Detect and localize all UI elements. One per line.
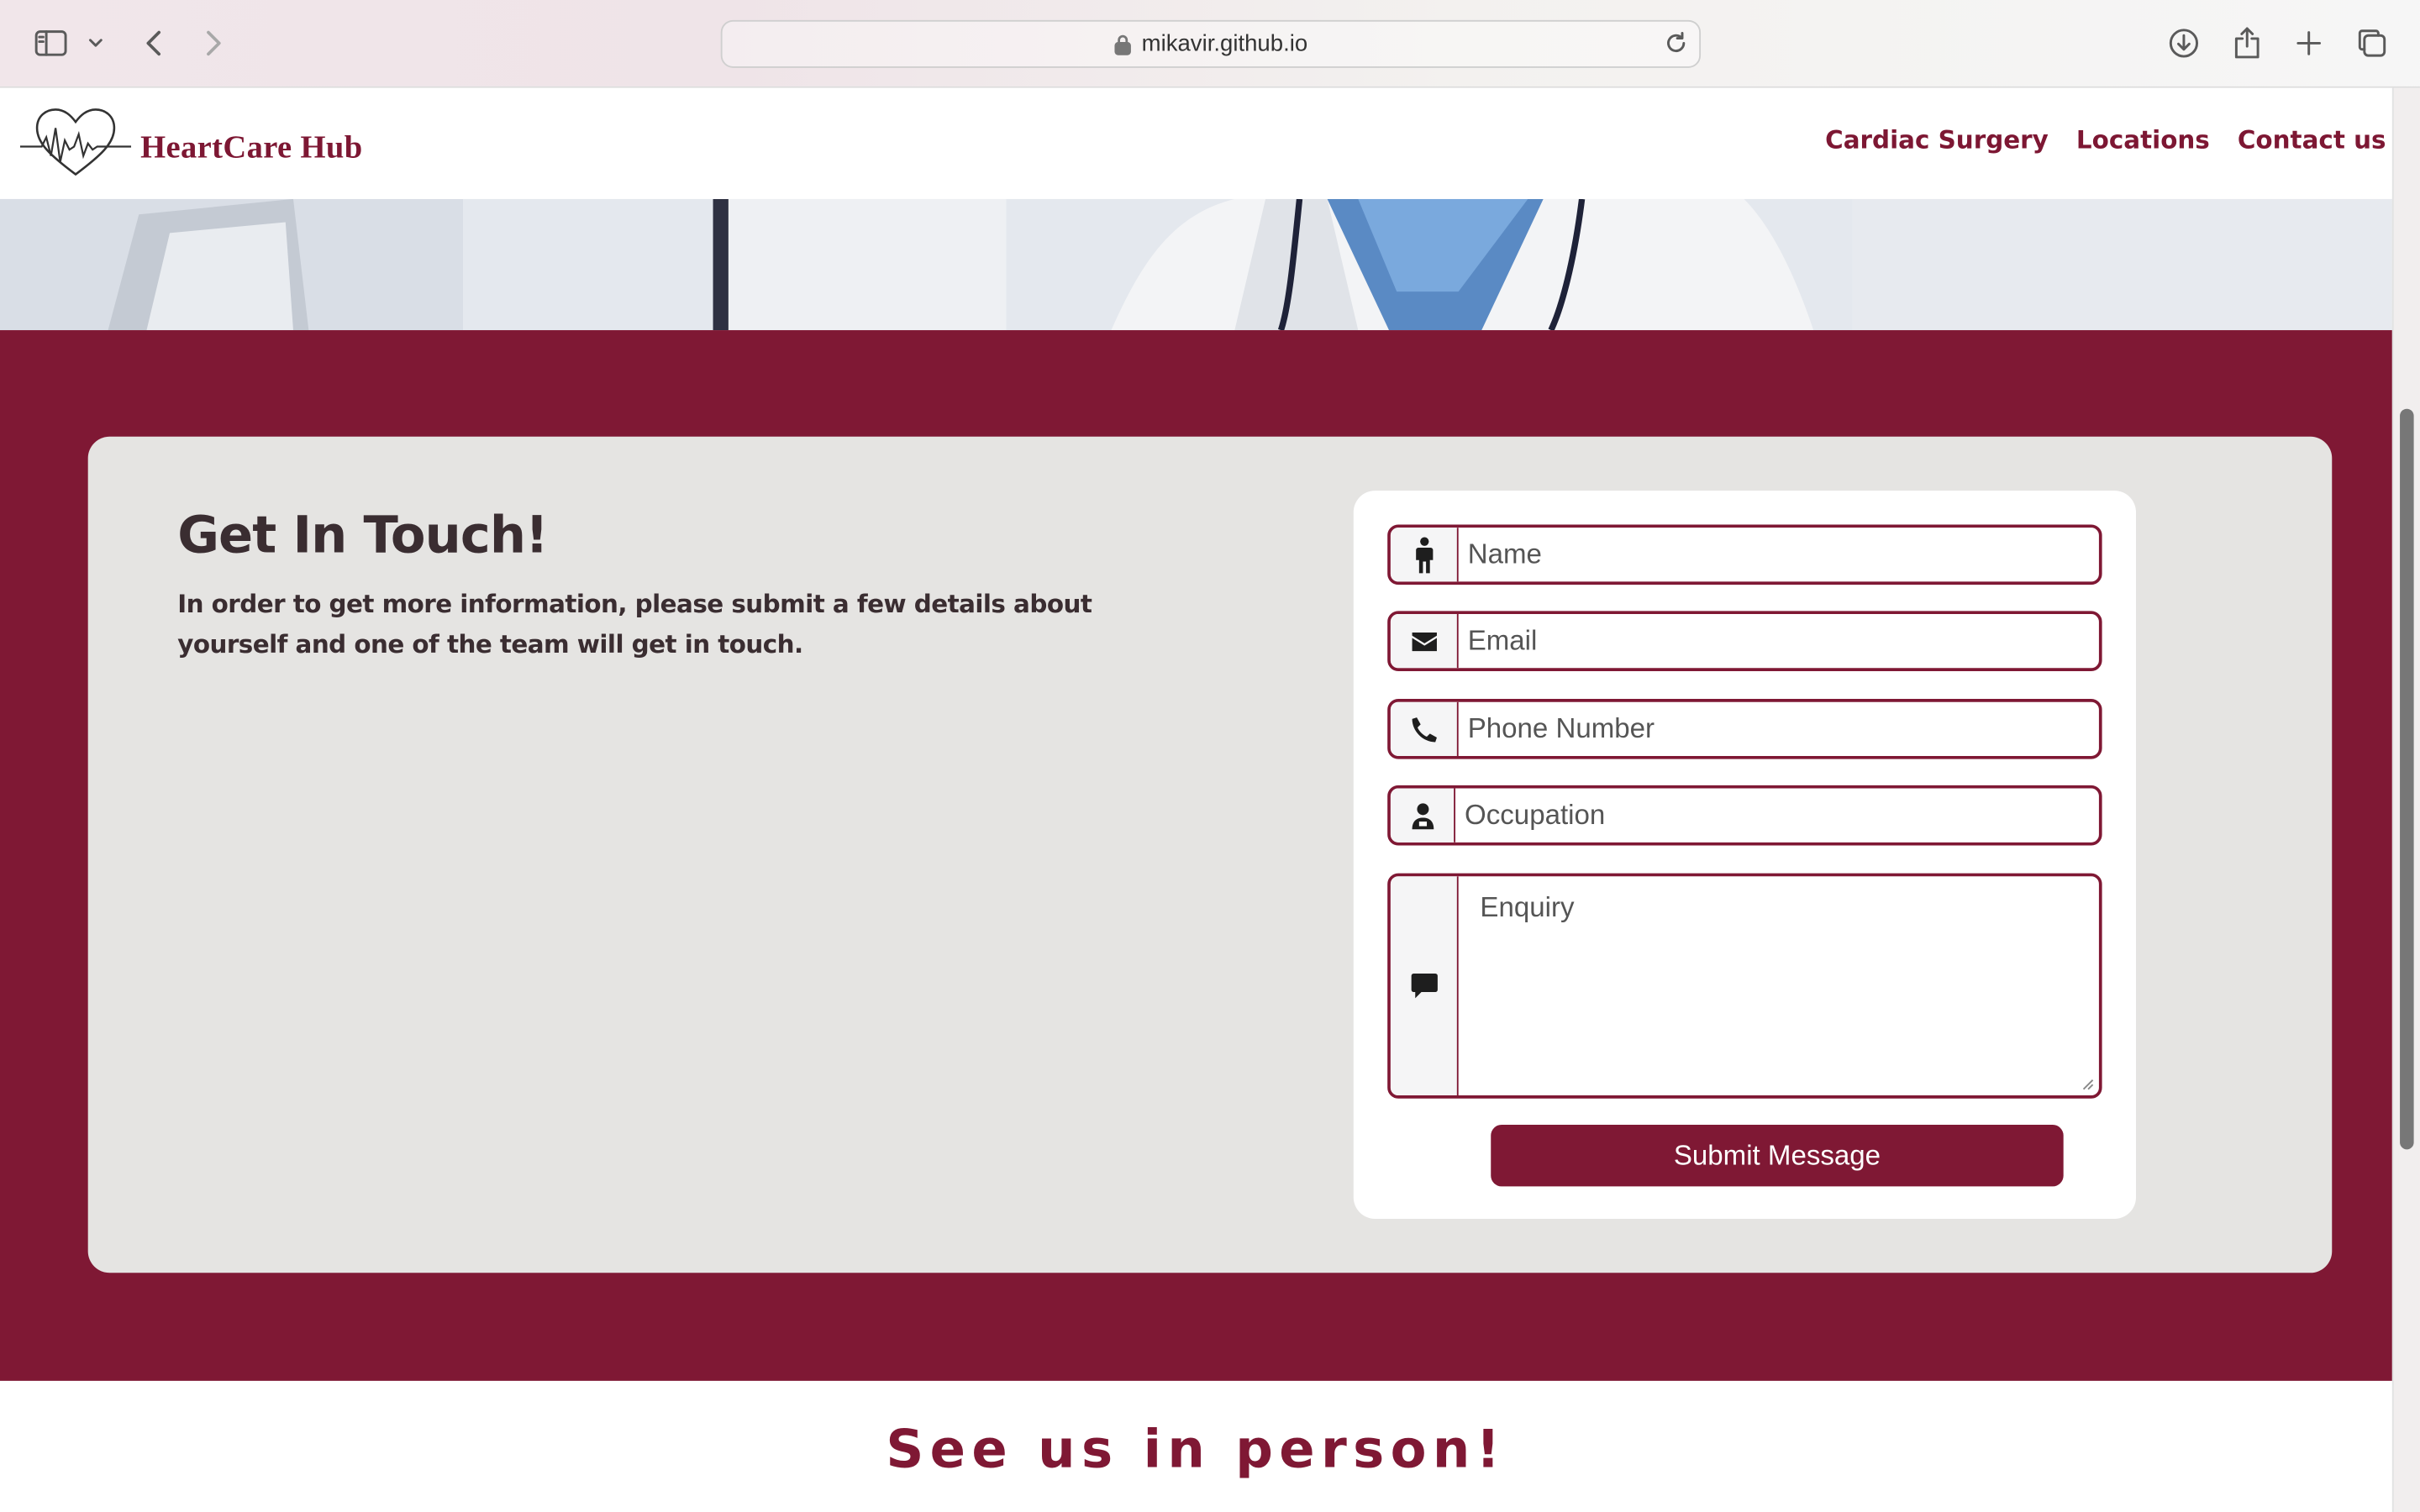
comment-icon <box>1390 876 1459 1096</box>
nav-locations[interactable]: Locations <box>2076 125 2210 155</box>
download-icon[interactable] <box>2162 22 2205 65</box>
phone-input[interactable] <box>1458 701 2099 756</box>
occupation-field <box>1387 785 2102 846</box>
contact-card: Get In Touch! In order to get more infor… <box>87 436 2333 1273</box>
name-input[interactable] <box>1458 528 2099 582</box>
contact-description: In order to get more information, please… <box>177 589 1092 659</box>
forward-icon[interactable] <box>192 22 234 65</box>
share-icon[interactable] <box>2226 22 2269 65</box>
person-icon <box>1390 528 1459 582</box>
chevron-down-icon[interactable] <box>77 22 114 65</box>
see-us-heading: See us in person! <box>886 1419 1507 1482</box>
contact-form: Submit Message <box>1353 491 2136 1219</box>
address-bar[interactable]: mikavir.github.io <box>720 19 1702 68</box>
enquiry-field <box>1387 873 2102 1099</box>
phone-icon <box>1390 701 1459 756</box>
submit-message-button[interactable]: Submit Message <box>1491 1124 2064 1187</box>
url-text: mikavir.github.io <box>1141 30 1308 57</box>
sidebar-icon[interactable] <box>29 22 72 65</box>
occupation-input[interactable] <box>1455 788 2099 843</box>
browser-viewport: mikavir.github.io HeartCare Hub Cardiac … <box>0 0 2420 1512</box>
browser-toolbar: mikavir.github.io <box>0 0 2420 88</box>
nav-contact-us[interactable]: Contact us <box>2238 125 2386 155</box>
doctor-icon <box>1390 788 1456 843</box>
phone-field <box>1387 699 2102 759</box>
heart-pulse-icon <box>19 107 132 188</box>
lock-icon <box>1113 33 1131 55</box>
page-scrollbar[interactable] <box>2391 87 2420 1512</box>
email-field <box>1387 611 2102 671</box>
contact-section: Get In Touch! In order to get more infor… <box>0 330 2392 1381</box>
back-icon[interactable] <box>133 22 176 65</box>
enquiry-textarea[interactable] <box>1458 876 2099 1096</box>
new-tab-icon[interactable] <box>2287 22 2330 65</box>
site-header: HeartCare Hub Cardiac Surgery Locations … <box>0 87 2392 199</box>
contact-title: Get In Touch! <box>177 504 549 565</box>
main-nav: Cardiac Surgery Locations Contact us <box>1825 125 2386 155</box>
tabs-icon[interactable] <box>2350 22 2393 65</box>
site-logo[interactable]: HeartCare Hub <box>19 107 363 188</box>
hero-image <box>0 198 2392 331</box>
reload-icon[interactable] <box>1662 29 1690 63</box>
envelope-icon <box>1390 614 1459 669</box>
logo-text: HeartCare Hub <box>140 128 363 165</box>
scrollbar-thumb[interactable] <box>2400 408 2414 1150</box>
email-input[interactable] <box>1458 614 2099 669</box>
name-field <box>1387 524 2102 585</box>
resize-grip-icon[interactable] <box>2082 1079 2095 1091</box>
nav-cardiac-surgery[interactable]: Cardiac Surgery <box>1825 125 2049 155</box>
